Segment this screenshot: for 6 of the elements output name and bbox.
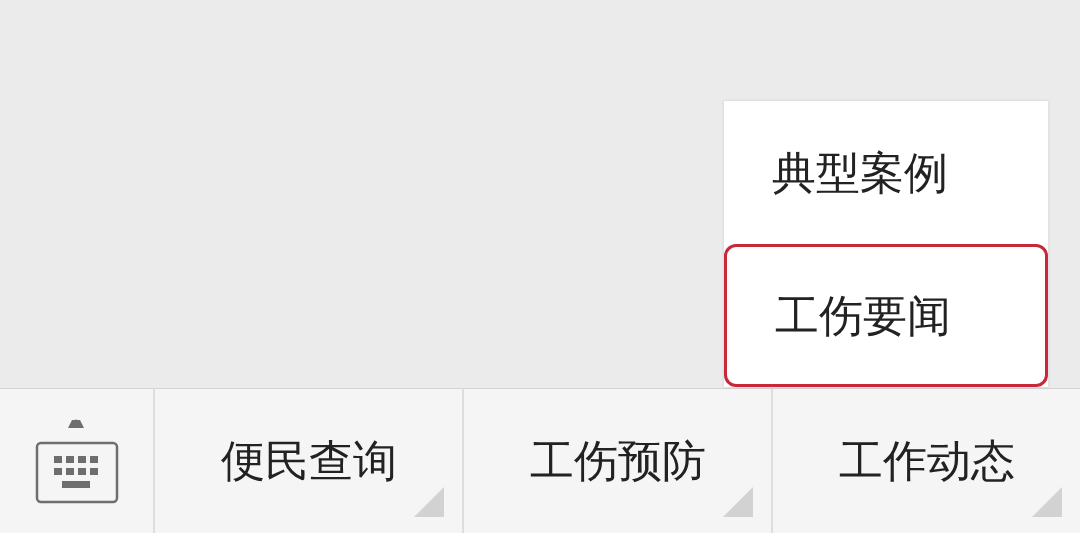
submenu-item[interactable]: 工伤要闻 xyxy=(724,244,1048,387)
menu-tab[interactable]: 工伤预防 xyxy=(464,389,773,533)
submenu-item[interactable]: 典型案例 xyxy=(724,101,1048,244)
menu-tab[interactable]: 便民查询 xyxy=(155,389,464,533)
keyboard-icon xyxy=(34,418,119,504)
menu-tab[interactable]: 工作动态 xyxy=(773,389,1080,533)
